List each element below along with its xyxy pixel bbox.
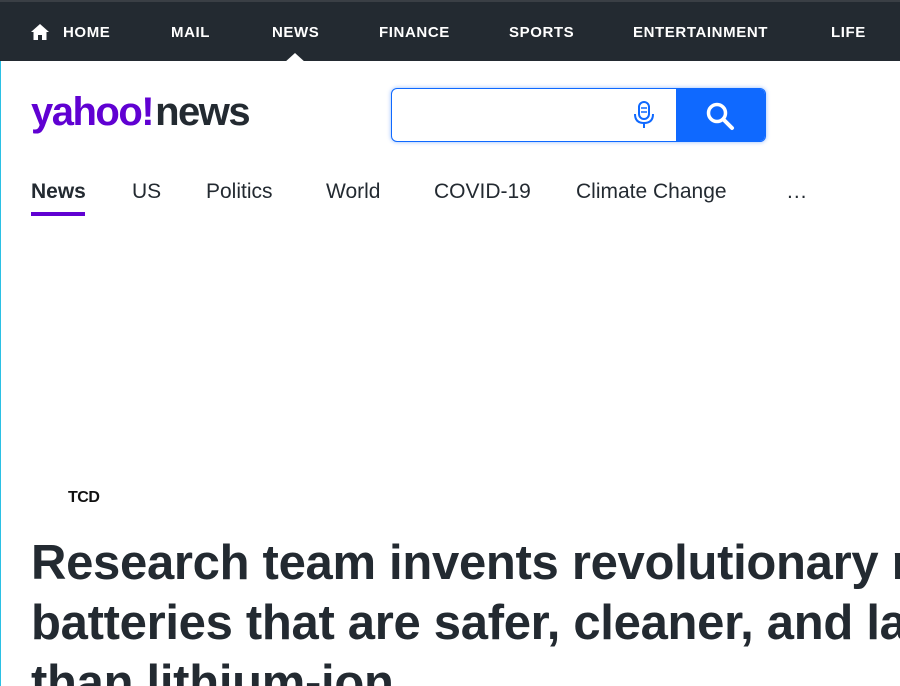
article-header: Research team invents revolutionary new … (0, 0, 900, 686)
article-headline: Research team invents revolutionary new … (31, 536, 900, 686)
